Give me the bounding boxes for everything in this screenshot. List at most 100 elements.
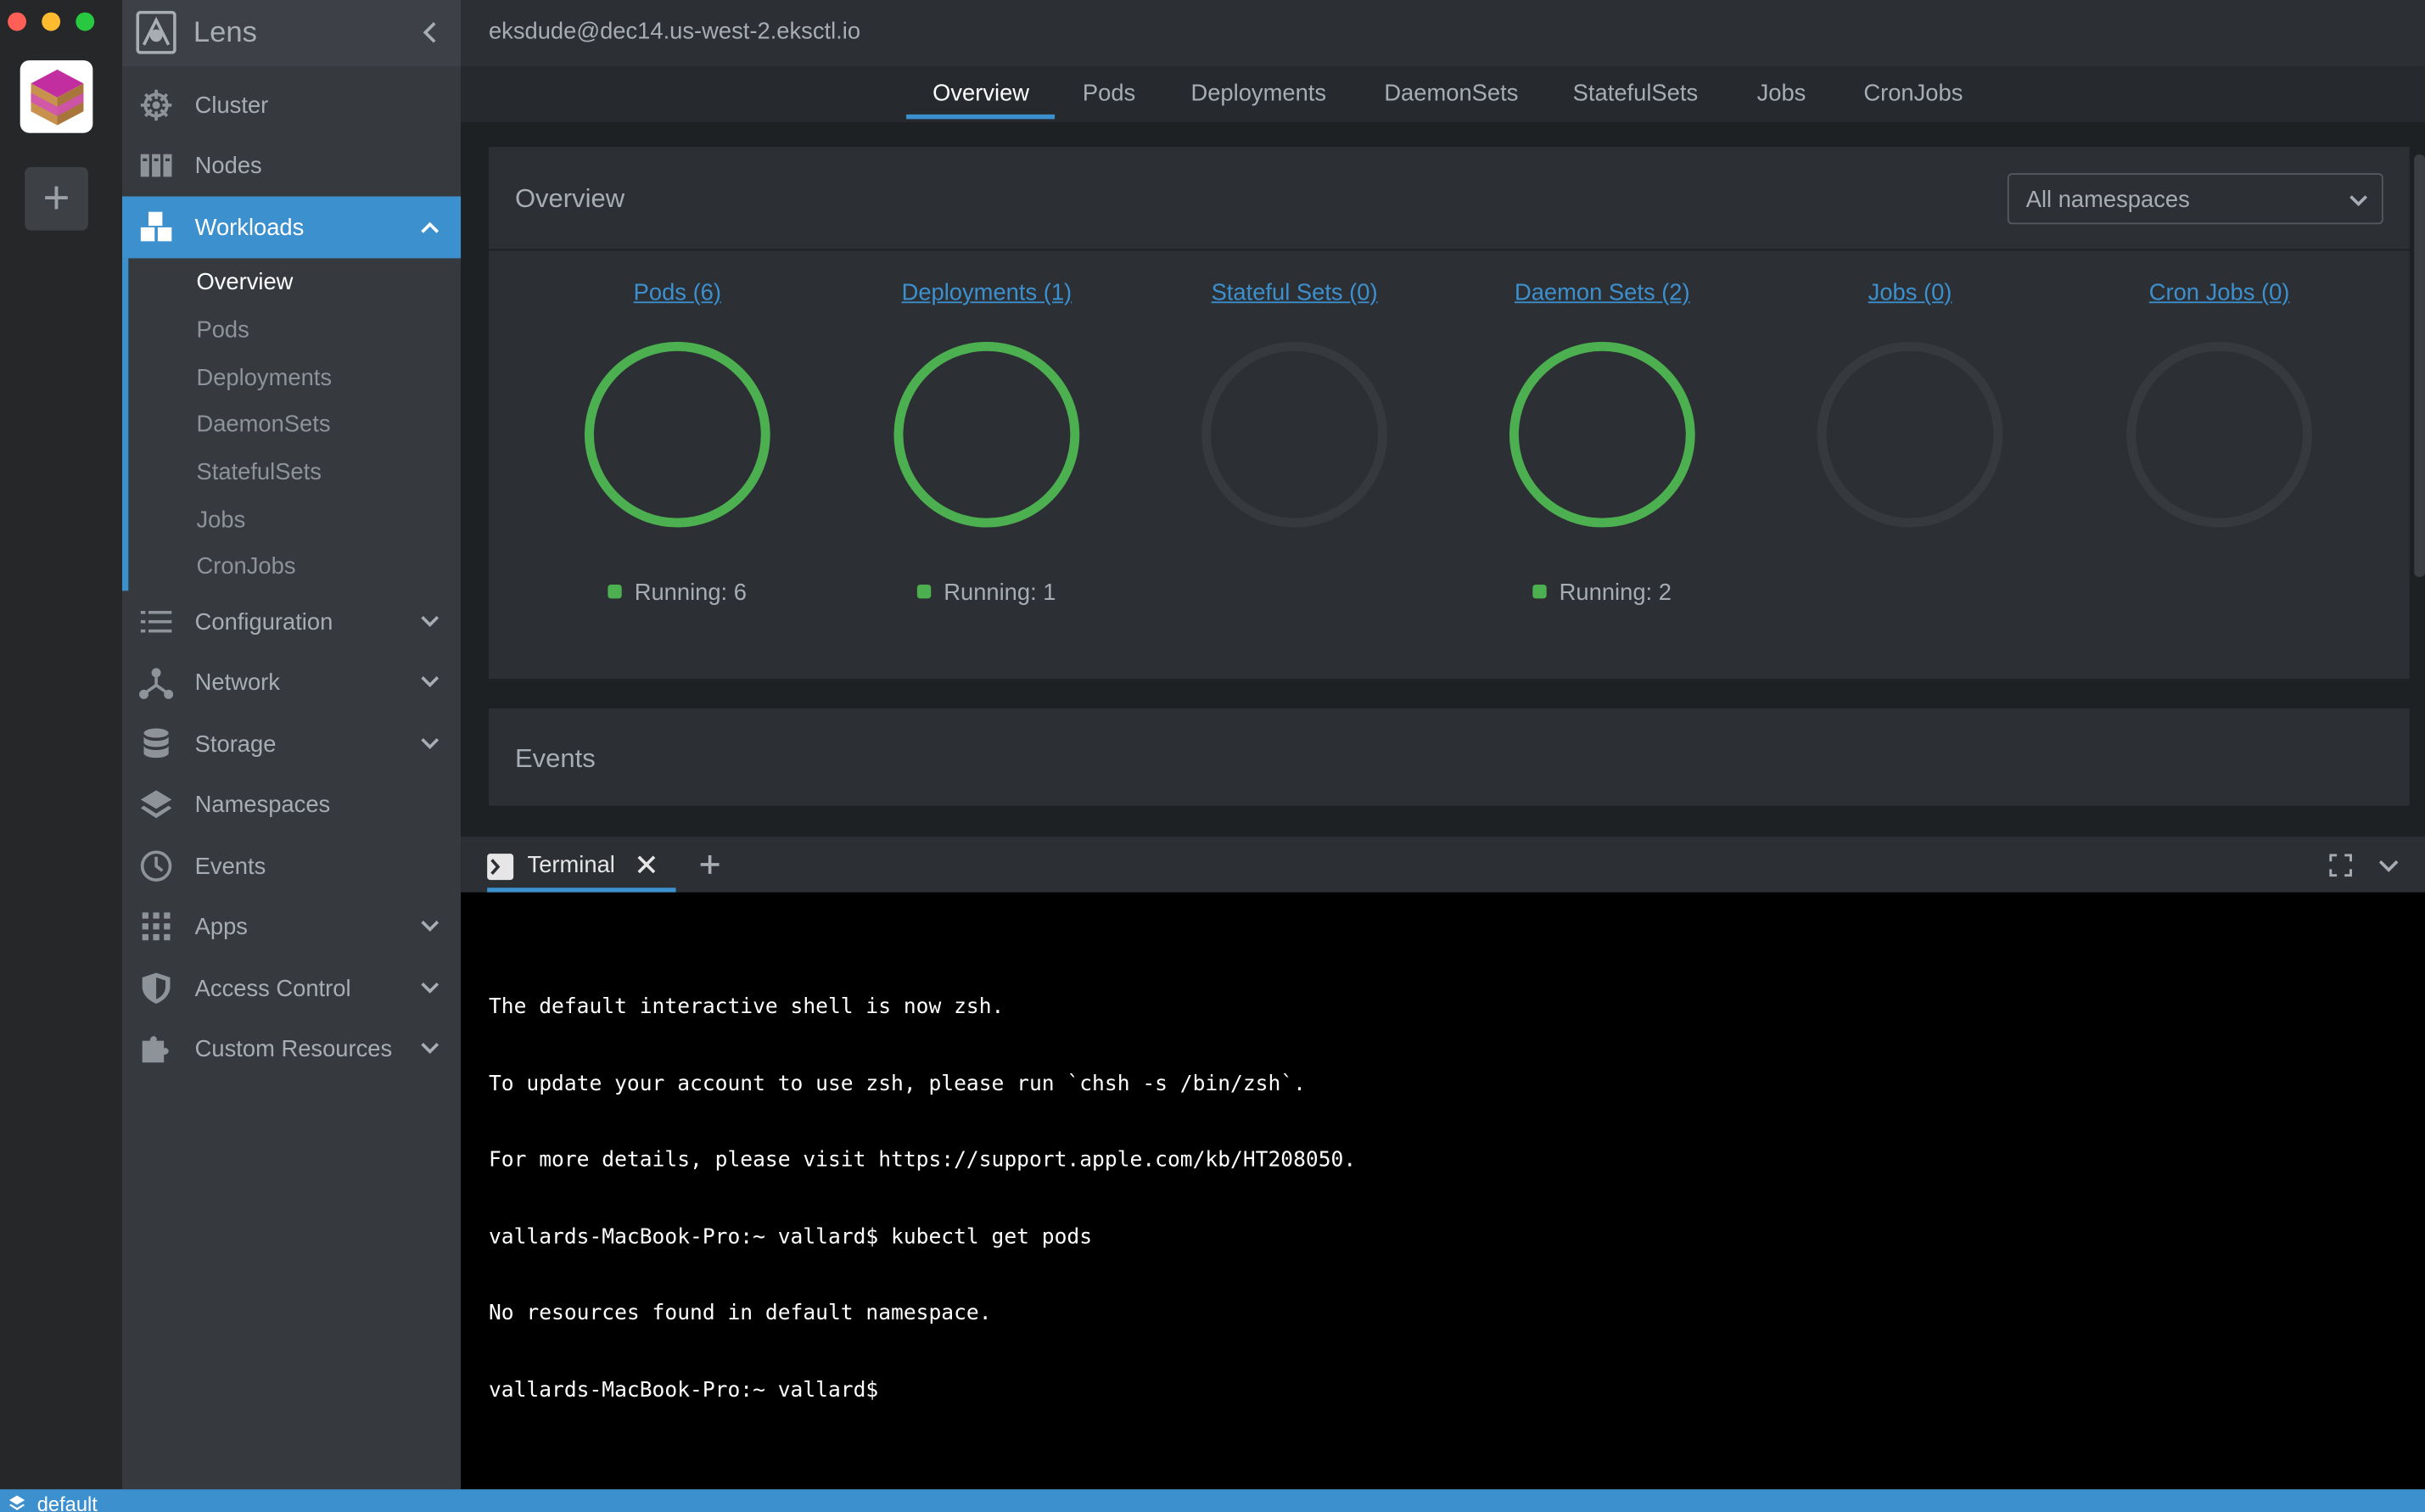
- namespace-select-value: All namespaces: [2025, 187, 2190, 214]
- sidebar-item-label: Network: [194, 669, 280, 696]
- close-window-button[interactable]: [8, 12, 26, 31]
- sidebar-item-label: Configuration: [194, 608, 333, 636]
- running-dot: [917, 584, 932, 599]
- terminal-line: vallards-MacBook-Pro:~ vallard$: [488, 1377, 879, 1403]
- workload-deployments: Deployments (1) Running: 1: [832, 271, 1142, 641]
- tab-daemonsets[interactable]: DaemonSets: [1384, 81, 1518, 107]
- tab-overview[interactable]: Overview: [932, 81, 1029, 107]
- terminal-output[interactable]: The default interactive shell is now zsh…: [461, 892, 2425, 1490]
- submenu-item-statefulsets[interactable]: StatefulSets: [196, 459, 321, 485]
- main-content: Overview All namespaces Pods (6) Running…: [461, 121, 2425, 836]
- cron-jobs-status-ring: [2126, 341, 2312, 528]
- submenu-item-cronjobs[interactable]: CronJobs: [196, 554, 295, 580]
- terminal-line: For more details, please visit https://s…: [488, 1147, 1357, 1173]
- lens-logo-icon: [136, 10, 176, 54]
- cron-jobs-link[interactable]: Cron Jobs (0): [2064, 280, 2374, 306]
- zoom-window-button[interactable]: [76, 12, 95, 31]
- chevron-down-icon: [421, 737, 440, 749]
- daemon-sets-status-ring: [1509, 341, 1695, 528]
- terminal-line: No resources found in default namespace.: [488, 1300, 992, 1326]
- chevron-down-icon[interactable]: [2378, 855, 2399, 876]
- running-dot: [608, 584, 623, 599]
- chevron-down-icon: [421, 676, 440, 688]
- chevron-down-icon: [421, 982, 440, 994]
- app-title: Lens: [193, 17, 257, 50]
- sidebar-item-label: Namespaces: [194, 791, 331, 818]
- deployments-status-ring: [893, 341, 1080, 528]
- running-dot: [1532, 584, 1548, 599]
- sidebar-item-workloads[interactable]: Workloads: [121, 196, 462, 259]
- tab-cronjobs[interactable]: CronJobs: [1863, 81, 1963, 107]
- cluster-name: eksdude@dec14.us-west-2.eksctl.io: [488, 18, 861, 45]
- minimize-window-button[interactable]: [42, 12, 61, 31]
- terminal-text: The default interactive shell is now zsh…: [489, 944, 1356, 1453]
- sidebar-item-label: Storage: [194, 731, 277, 758]
- fullscreen-icon[interactable]: [2329, 854, 2352, 877]
- sidebar-item-access-control[interactable]: Access Control: [122, 957, 461, 1019]
- chevron-down-icon: [2349, 195, 2368, 207]
- sidebar-item-custom-resources[interactable]: Custom Resources: [122, 1017, 461, 1079]
- tab-deployments[interactable]: Deployments: [1190, 81, 1326, 107]
- namespace-select[interactable]: All namespaces: [2007, 173, 2383, 225]
- sidebar-item-configuration[interactable]: Configuration: [122, 591, 461, 652]
- chevron-down-icon: [421, 921, 440, 932]
- status-bar: default: [0, 1489, 2425, 1512]
- terminal-line: vallards-MacBook-Pro:~ vallard$ kubectl …: [488, 1224, 1093, 1249]
- terminal-icon: [487, 854, 514, 881]
- terminal-dock: Terminal: [461, 835, 2425, 893]
- sidebar-item-namespaces[interactable]: Namespaces: [122, 773, 461, 835]
- current-namespace[interactable]: default: [37, 1492, 98, 1512]
- grid-icon: [139, 910, 173, 944]
- sidebar-item-label: Nodes: [194, 152, 262, 179]
- close-icon[interactable]: [636, 854, 658, 876]
- deployments-status: Running: 1: [832, 580, 1142, 607]
- layers-icon: [8, 1495, 25, 1510]
- daemon-sets-status: Running: 2: [1448, 580, 1757, 606]
- sidebar-item-network[interactable]: Network: [122, 651, 461, 713]
- list-icon: [139, 605, 173, 639]
- deployments-link[interactable]: Deployments (1): [832, 280, 1142, 306]
- submenu-item-deployments[interactable]: Deployments: [196, 365, 332, 391]
- tab-statefulsets[interactable]: StatefulSets: [1573, 81, 1698, 107]
- pods-running-label: Running: 6: [634, 580, 747, 607]
- terminal-line: To update your account to use zsh, pleas…: [488, 1071, 1306, 1096]
- lens-window: + Lens Cluster Nodes Workloads Overview …: [0, 0, 2425, 1512]
- active-tab-indicator: [906, 114, 1056, 120]
- overview-header: Overview All namespaces: [488, 147, 2410, 251]
- clock-icon: [139, 849, 173, 883]
- sidebar-item-apps[interactable]: Apps: [122, 895, 461, 957]
- sidebar-item-cluster[interactable]: Cluster: [122, 74, 461, 136]
- overview-title: Overview: [514, 183, 625, 214]
- helm-wheel-icon: [139, 88, 173, 122]
- sidebar-item-nodes[interactable]: Nodes: [122, 135, 461, 197]
- server-rack-icon: [139, 148, 173, 182]
- sidebar-item-storage[interactable]: Storage: [122, 713, 461, 775]
- pods-link[interactable]: Pods (6): [523, 280, 832, 306]
- sidebar-item-label: Cluster: [194, 92, 269, 119]
- cluster-avatar-icon[interactable]: [20, 60, 93, 133]
- workload-pods: Pods (6) Running: 6: [523, 271, 832, 641]
- terminal-tab[interactable]: Terminal: [487, 837, 675, 893]
- sidebar-item-label: Custom Resources: [194, 1035, 393, 1062]
- sidebar-item-label: Apps: [194, 913, 249, 940]
- new-terminal-plus-icon[interactable]: [697, 852, 722, 876]
- shield-icon: [139, 972, 173, 1005]
- deployments-running-label: Running: 1: [944, 580, 1056, 607]
- submenu-item-overview[interactable]: Overview: [196, 269, 293, 295]
- submenu-item-pods[interactable]: Pods: [196, 317, 249, 344]
- submenu-item-daemonsets[interactable]: DaemonSets: [196, 412, 330, 438]
- content-scrollbar[interactable]: [2414, 154, 2425, 577]
- submenu-item-jobs[interactable]: Jobs: [196, 507, 245, 534]
- jobs-link[interactable]: Jobs (0): [1756, 280, 2065, 306]
- collapse-sidebar-icon[interactable]: [419, 20, 441, 45]
- sidebar-item-label: Events: [194, 853, 266, 880]
- sidebar-item-events[interactable]: Events: [122, 835, 461, 897]
- layers-icon: [139, 787, 173, 821]
- workload-jobs: Jobs (0): [1756, 271, 2065, 641]
- daemon-sets-link[interactable]: Daemon Sets (2): [1448, 280, 1757, 306]
- stateful-sets-link[interactable]: Stateful Sets (0): [1140, 280, 1449, 306]
- tab-jobs[interactable]: Jobs: [1757, 81, 1806, 107]
- workload-cron-jobs: Cron Jobs (0): [2064, 271, 2374, 641]
- add-cluster-button[interactable]: +: [25, 166, 88, 231]
- tab-pods[interactable]: Pods: [1083, 81, 1135, 107]
